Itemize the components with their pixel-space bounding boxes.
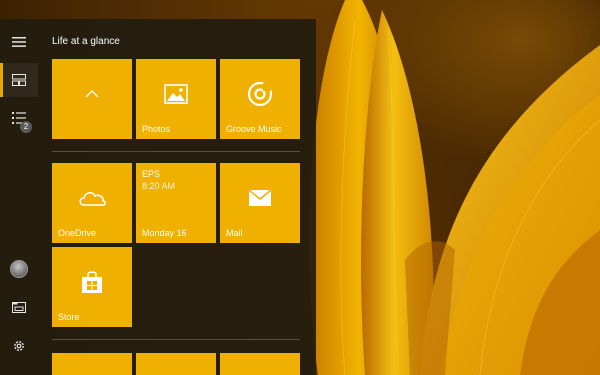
- settings-button[interactable]: [0, 329, 38, 363]
- collapse-group-tile[interactable]: [52, 59, 132, 139]
- user-avatar-icon: [10, 260, 28, 278]
- calendar-tile[interactable]: EPS 8:20 AM Monday 16: [136, 163, 216, 243]
- groove-music-icon: [247, 81, 273, 107]
- group-divider: [52, 151, 300, 152]
- onedrive-tile-label: OneDrive: [58, 228, 97, 238]
- store-bag-icon: [81, 270, 103, 294]
- all-apps-count-badge: 2: [20, 121, 32, 133]
- settings-gear-icon: [12, 339, 26, 353]
- photos-tile-label: Photos: [142, 124, 171, 134]
- mail-tile-label: Mail: [226, 228, 243, 238]
- photos-icon: [164, 84, 188, 104]
- tile-group-title[interactable]: Life at a glance: [52, 36, 120, 47]
- tile-partial[interactable]: [136, 353, 216, 375]
- hamburger-menu-button[interactable]: [0, 25, 38, 59]
- store-tile-label: Store: [58, 312, 80, 322]
- calendar-tile-date: Monday 16: [142, 228, 187, 238]
- hamburger-menu-icon: [12, 37, 26, 47]
- mail-tile[interactable]: Mail: [220, 163, 300, 243]
- start-menu: 2 Life at a glance Photos Groove Music O…: [0, 19, 316, 375]
- mail-envelope-icon: [248, 189, 272, 207]
- groove-music-tile-label: Groove Music: [226, 124, 282, 134]
- all-apps-button[interactable]: 2: [0, 101, 38, 135]
- tile-partial[interactable]: [220, 353, 300, 375]
- tiles-view-button[interactable]: [0, 63, 38, 97]
- tiles-icon: [12, 74, 26, 86]
- calendar-event-time: 8:20 AM: [142, 181, 176, 191]
- tile-partial[interactable]: [52, 353, 132, 375]
- photos-tile[interactable]: Photos: [136, 59, 216, 139]
- store-tile[interactable]: Store: [52, 247, 132, 327]
- start-menu-rail: 2: [0, 19, 38, 375]
- onedrive-cloud-icon: [77, 189, 107, 207]
- file-explorer-button[interactable]: [0, 290, 38, 324]
- file-explorer-icon: [12, 301, 26, 313]
- group-divider: [52, 339, 300, 340]
- user-account-button[interactable]: [0, 252, 38, 286]
- calendar-event-title: EPS: [142, 169, 161, 179]
- onedrive-tile[interactable]: OneDrive: [52, 163, 132, 243]
- groove-music-tile[interactable]: Groove Music: [220, 59, 300, 139]
- chevron-up-icon: [85, 90, 99, 98]
